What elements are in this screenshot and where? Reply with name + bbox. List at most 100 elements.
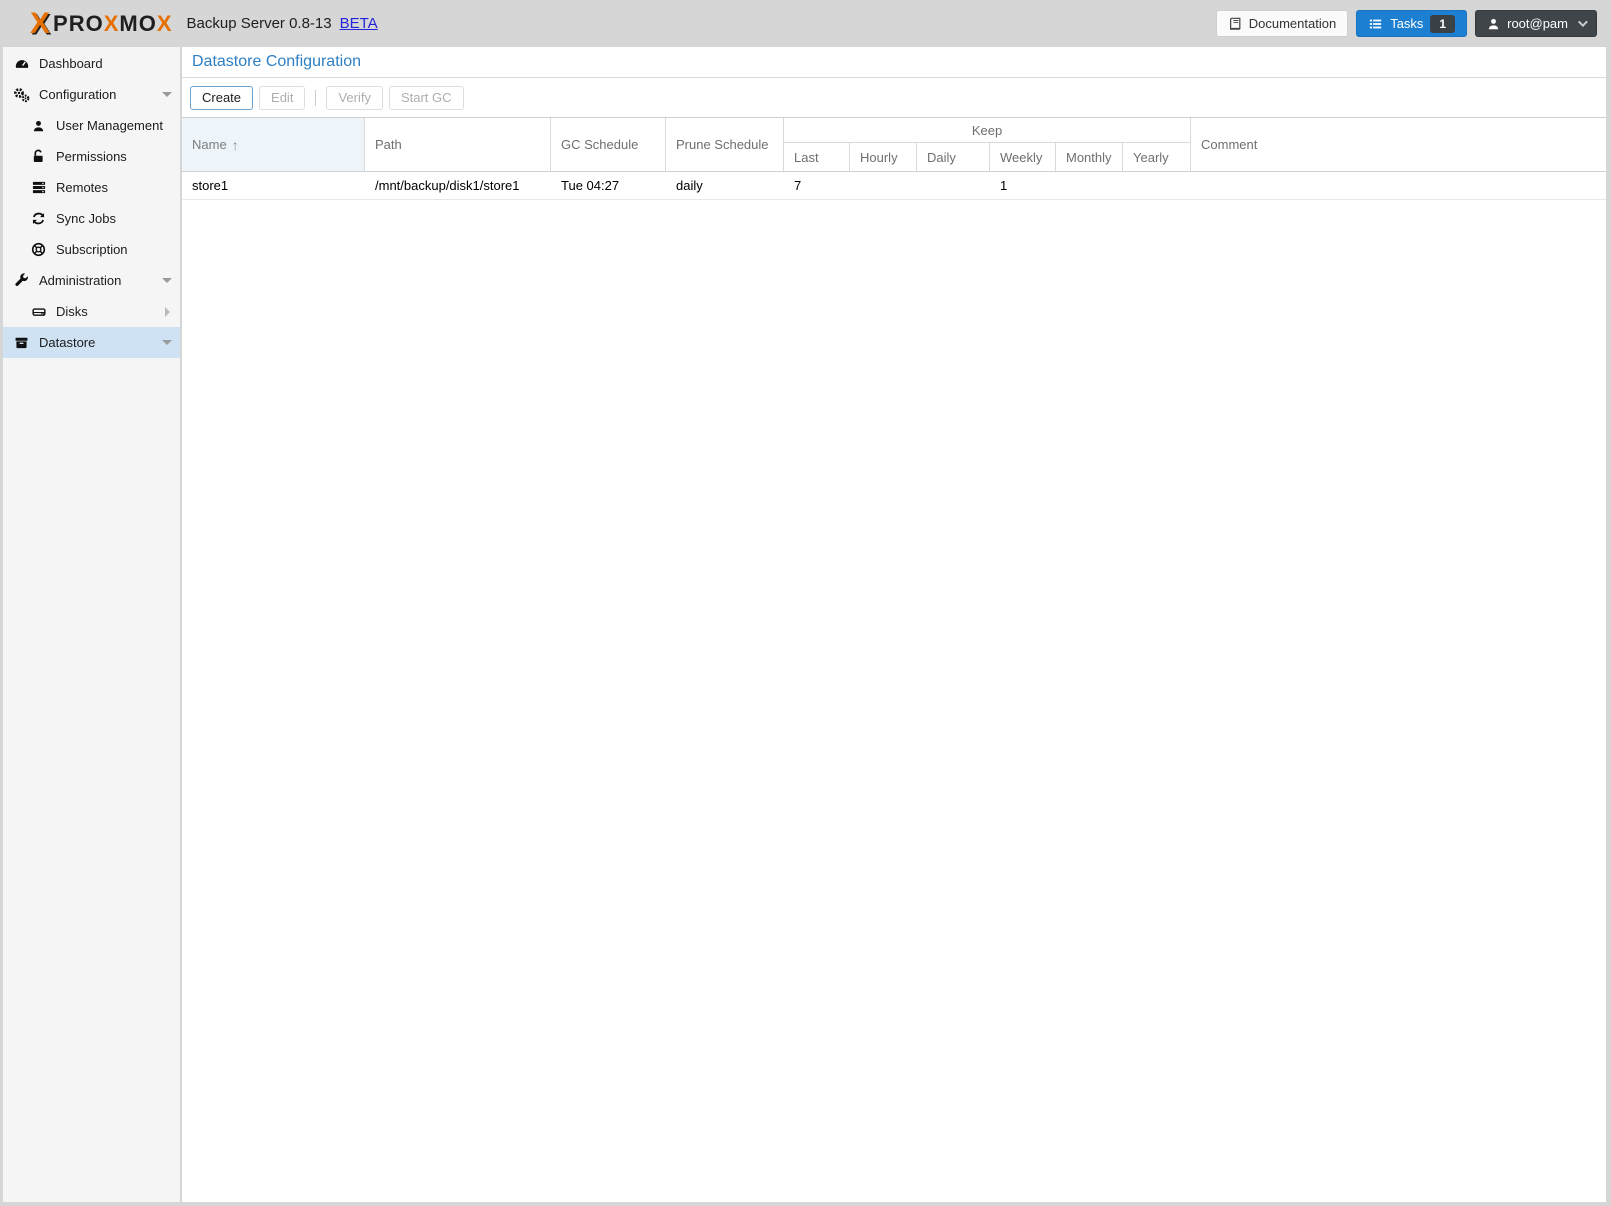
task-list-icon	[1368, 17, 1383, 31]
column-header-keep-weekly[interactable]: Weekly	[990, 143, 1056, 171]
app-body: Dashboard Configuration User Management …	[3, 47, 1606, 1202]
column-header-comment[interactable]: Comment	[1191, 118, 1606, 171]
sidebar-item-subscription[interactable]: Subscription	[3, 234, 180, 265]
chevron-down-icon[interactable]	[162, 340, 172, 345]
book-icon	[1228, 17, 1242, 31]
datastore-grid: Name ↑ Path GC Schedule Prune Schedule K…	[182, 117, 1606, 1202]
chevron-down-icon	[1578, 17, 1588, 27]
hdd-icon	[30, 304, 47, 320]
keep-yearly-label: Yearly	[1133, 150, 1169, 165]
user-icon	[30, 118, 47, 134]
archive-icon	[13, 335, 30, 351]
documentation-button-label: Documentation	[1249, 16, 1336, 31]
tachometer-icon	[13, 56, 30, 72]
cogs-icon	[13, 87, 30, 103]
product-version-label: Backup Server 0.8-13	[187, 15, 332, 32]
top-actions: Documentation Tasks 1 root@pam	[1216, 10, 1597, 37]
toolbar-separator	[315, 90, 316, 106]
sidebar-item-disks[interactable]: Disks	[3, 296, 180, 327]
sidebar-item-label: Administration	[39, 273, 162, 288]
beta-link[interactable]: BETA	[340, 15, 378, 32]
tasks-count-badge: 1	[1430, 15, 1455, 33]
sidebar-item-sync-jobs[interactable]: Sync Jobs	[3, 203, 180, 234]
sidebar-item-administration[interactable]: Administration	[3, 265, 180, 296]
verify-button[interactable]: Verify	[326, 86, 383, 110]
column-header-name[interactable]: Name ↑	[182, 118, 365, 171]
sidebar-item-configuration[interactable]: Configuration	[3, 79, 180, 110]
column-header-keep-monthly[interactable]: Monthly	[1056, 143, 1123, 171]
sidebar-item-label: User Management	[56, 118, 172, 133]
grid-header: Name ↑ Path GC Schedule Prune Schedule K…	[182, 117, 1606, 172]
unlock-icon	[30, 149, 47, 165]
server-icon	[30, 180, 47, 196]
proxmox-logo: X PROXMOX	[30, 9, 173, 39]
keep-hourly-label: Hourly	[860, 150, 898, 165]
edit-button[interactable]: Edit	[259, 86, 305, 110]
row-cell-keep-last: 7	[784, 178, 850, 193]
row-cell-keep-weekly: 1	[990, 178, 1056, 193]
sync-icon	[30, 211, 47, 227]
sidebar-item-remotes[interactable]: Remotes	[3, 172, 180, 203]
column-header-comment-label: Comment	[1201, 137, 1257, 152]
keep-monthly-label: Monthly	[1066, 150, 1112, 165]
column-header-path-label: Path	[375, 137, 402, 152]
column-header-path[interactable]: Path	[365, 118, 551, 171]
sidebar-item-label: Disks	[56, 304, 165, 319]
panel-titlebar: Datastore Configuration	[182, 47, 1606, 78]
column-header-prune-schedule[interactable]: Prune Schedule	[666, 118, 784, 171]
sidebar-item-label: Subscription	[56, 242, 172, 257]
grid-toolbar: Create Edit Verify Start GC	[182, 78, 1606, 117]
sidebar-item-label: Configuration	[39, 87, 162, 102]
sidebar-item-label: Sync Jobs	[56, 211, 172, 226]
sidebar-item-label: Remotes	[56, 180, 172, 195]
row-cell-prune-schedule: daily	[666, 178, 784, 193]
page-title: Datastore Configuration	[192, 53, 361, 71]
column-group-keep: Keep Last Hourly Daily Weekly	[784, 118, 1191, 171]
sidebar-item-label: Datastore	[39, 335, 162, 350]
table-row[interactable]: store1 /mnt/backup/disk1/store1 Tue 04:2…	[182, 172, 1606, 200]
logo-part: X	[157, 11, 173, 36]
proxmox-logo-word: PROXMOX	[53, 12, 173, 36]
sidebar-item-user-management[interactable]: User Management	[3, 110, 180, 141]
row-cell-name: store1	[182, 178, 365, 193]
column-header-name-label: Name	[192, 137, 227, 152]
column-header-keep-daily[interactable]: Daily	[917, 143, 990, 171]
column-header-keep-yearly[interactable]: Yearly	[1123, 143, 1191, 171]
documentation-button[interactable]: Documentation	[1216, 10, 1348, 37]
support-icon	[30, 242, 47, 258]
main-panel: Datastore Configuration Create Edit Veri…	[182, 47, 1606, 1202]
column-header-keep-last[interactable]: Last	[784, 143, 850, 171]
column-header-keep-hourly[interactable]: Hourly	[850, 143, 917, 171]
keep-daily-label: Daily	[927, 150, 956, 165]
logo-part: MO	[119, 11, 156, 36]
top-header: X PROXMOX Backup Server 0.8-13 BETA Docu…	[0, 0, 1611, 47]
logo-part: X	[104, 11, 120, 36]
start-gc-button[interactable]: Start GC	[389, 86, 464, 110]
sidebar-item-permissions[interactable]: Permissions	[3, 141, 180, 172]
row-cell-gc-schedule: Tue 04:27	[551, 178, 666, 193]
chevron-down-icon[interactable]	[162, 92, 172, 97]
sort-ascending-icon: ↑	[232, 137, 239, 153]
sidebar-item-label: Permissions	[56, 149, 172, 164]
tasks-button[interactable]: Tasks 1	[1356, 10, 1467, 37]
column-header-gc-schedule[interactable]: GC Schedule	[551, 118, 666, 171]
user-icon	[1487, 17, 1500, 31]
chevron-right-icon[interactable]	[165, 307, 170, 317]
sidebar-item-dashboard[interactable]: Dashboard	[3, 48, 180, 79]
keep-weekly-label: Weekly	[1000, 150, 1042, 165]
sidebar-item-datastore[interactable]: Datastore	[3, 327, 180, 358]
keep-last-label: Last	[794, 150, 819, 165]
user-menu-button[interactable]: root@pam	[1475, 10, 1597, 37]
proxmox-logo-mark: X	[30, 9, 50, 39]
brand-area: X PROXMOX Backup Server 0.8-13 BETA	[30, 9, 378, 39]
sidebar-item-label: Dashboard	[39, 56, 172, 71]
logo-part: PRO	[53, 11, 104, 36]
create-button[interactable]: Create	[190, 86, 253, 110]
keep-subcolumns: Last Hourly Daily Weekly Monthly	[784, 143, 1191, 171]
chevron-down-icon[interactable]	[162, 278, 172, 283]
column-header-prune-label: Prune Schedule	[676, 137, 769, 152]
user-menu-label: root@pam	[1507, 16, 1568, 31]
column-group-keep-label: Keep	[784, 118, 1191, 143]
row-cell-path: /mnt/backup/disk1/store1	[365, 178, 551, 193]
sidebar-nav: Dashboard Configuration User Management …	[3, 47, 180, 1202]
